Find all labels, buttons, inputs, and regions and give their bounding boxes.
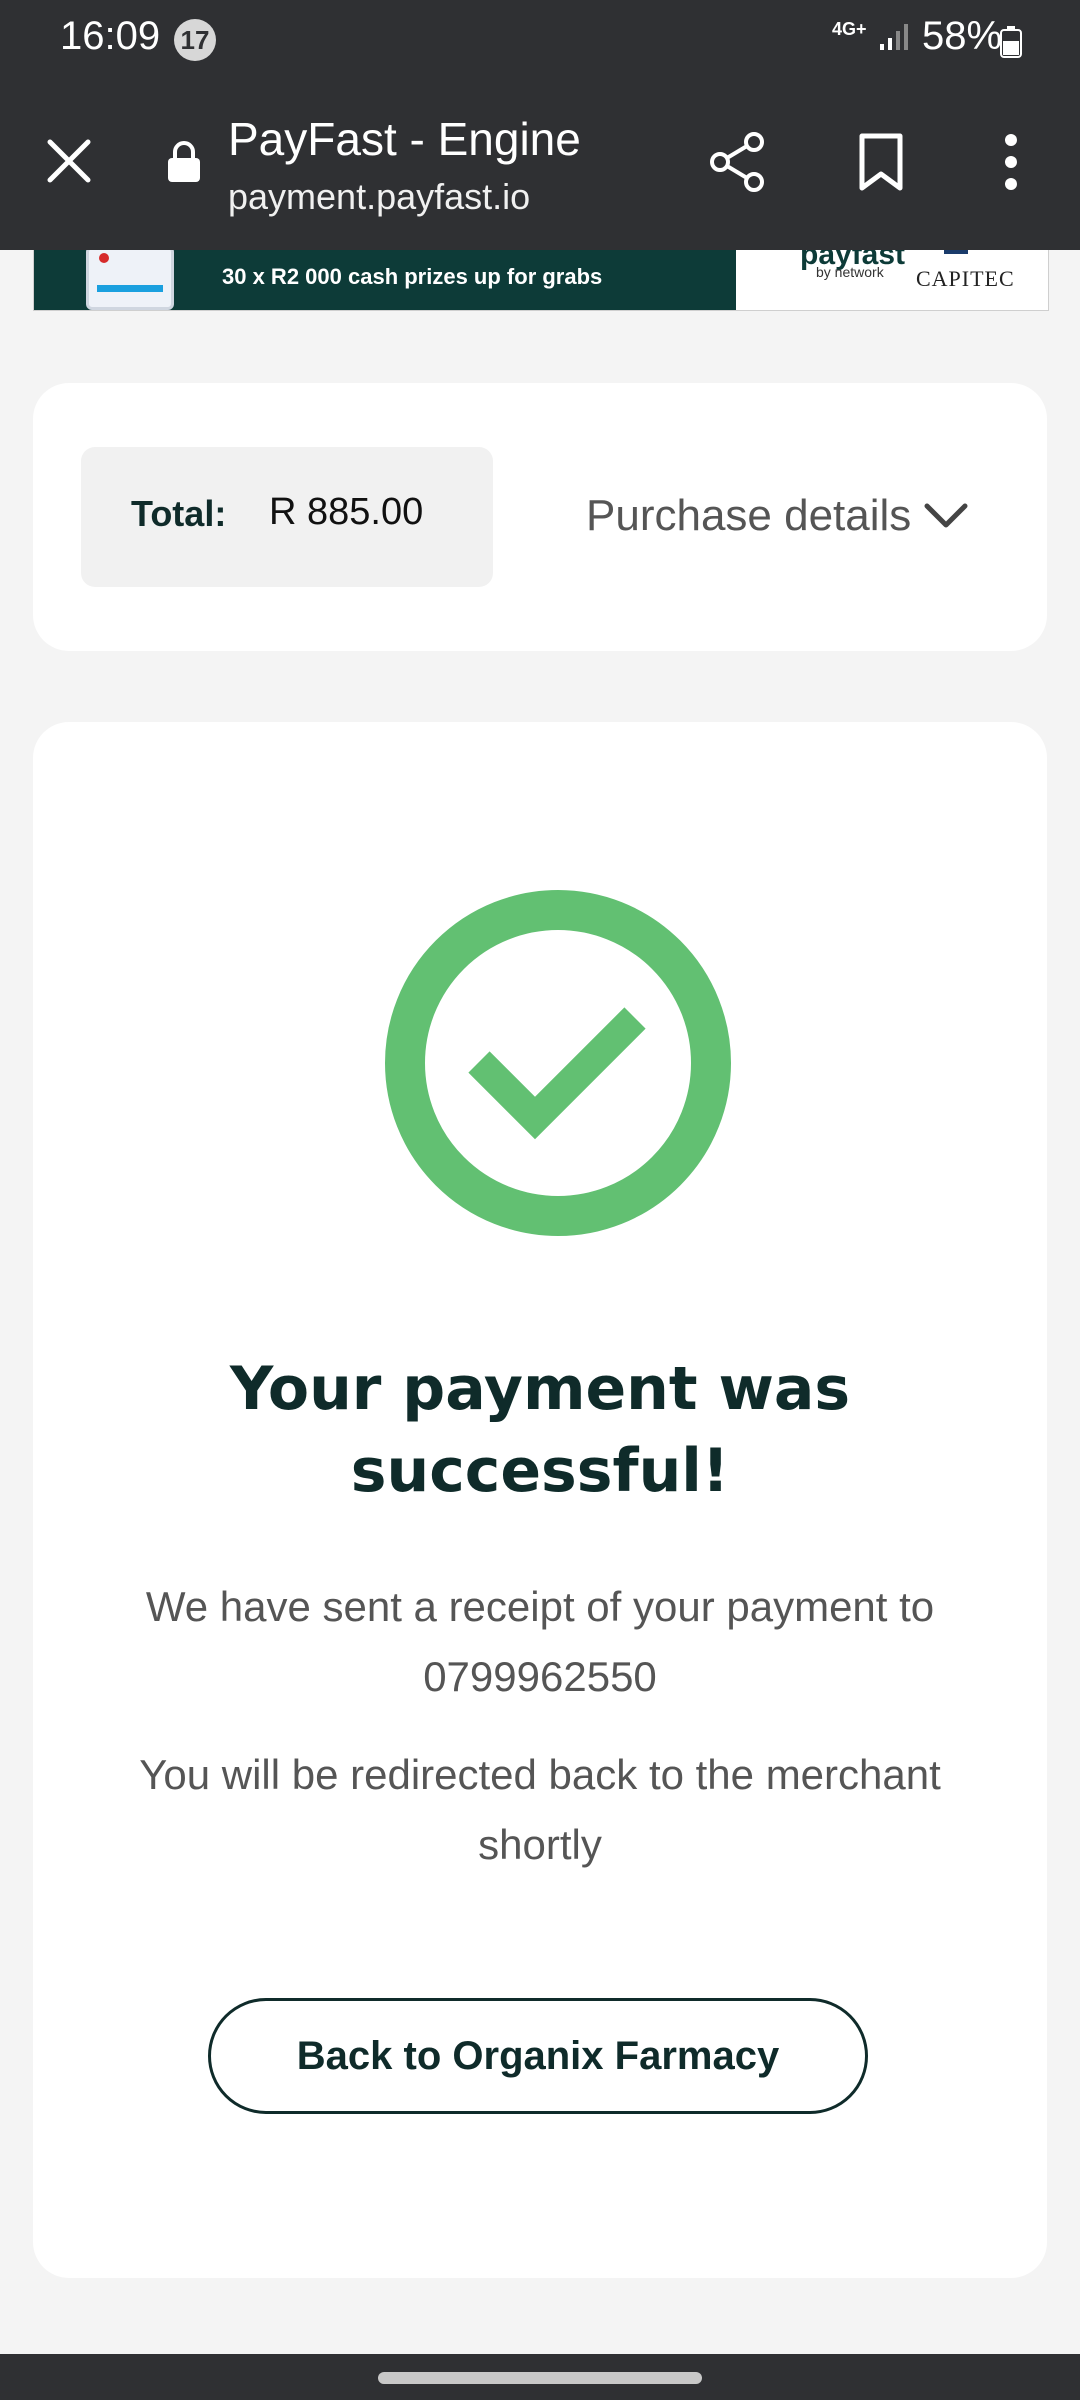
- total-box: Total: R 885.00: [81, 447, 493, 587]
- receipt-message: We have sent a receipt of your payment t…: [145, 1583, 935, 1700]
- more-vert-icon[interactable]: [996, 132, 1026, 197]
- signal-icon: [878, 22, 912, 57]
- lock-icon[interactable]: [166, 140, 202, 189]
- order-summary-card: Total: R 885.00 Purchase details: [33, 383, 1047, 651]
- success-title: Your payment was successful!: [229, 1354, 851, 1506]
- phone-button-graphic: [97, 285, 163, 292]
- home-gesture-handle[interactable]: [378, 2372, 702, 2384]
- page-title[interactable]: PayFast - Engine: [228, 112, 581, 166]
- chevron-down-icon[interactable]: [923, 501, 969, 536]
- network-type: 4G+: [832, 19, 867, 39]
- banner-promo-panel: 30 x R2 000 cash prizes up for grabs: [34, 250, 736, 310]
- share-icon[interactable]: [708, 130, 768, 199]
- status-time: 16:09: [60, 14, 161, 58]
- purchase-details-toggle[interactable]: Purchase details: [586, 491, 911, 541]
- back-to-merchant-button[interactable]: Back to Organix Farmacy: [208, 1998, 868, 2114]
- capitec-logo: CAPITEC: [916, 266, 1015, 291]
- success-check-icon: [385, 890, 731, 1241]
- browser-toolbar: PayFast - Engine payment.payfast.io: [0, 78, 1080, 250]
- navigation-bar: [0, 2354, 1080, 2400]
- promo-banner[interactable]: 30 x R2 000 cash prizes up for grabs pay…: [33, 250, 1049, 311]
- bookmark-icon[interactable]: [858, 132, 904, 197]
- capitec-pay-phone-image: [86, 250, 174, 310]
- status-bar: 16:09 17 4G+ 58%: [0, 0, 1080, 78]
- close-icon[interactable]: [44, 136, 94, 191]
- payfast-network-text: by network: [816, 264, 884, 280]
- banner-text: 30 x R2 000 cash prizes up for grabs: [222, 264, 603, 289]
- capitec-pay-logo-icon: [99, 253, 109, 263]
- redirect-message: You will be redirected back to the merch…: [139, 1751, 941, 1868]
- capitec-logo-mark: [944, 250, 968, 254]
- notification-count-badge: 17: [174, 19, 216, 61]
- battery-percent: 58%: [922, 14, 1003, 58]
- total-label: Total:: [131, 493, 227, 534]
- battery-icon: [1000, 26, 1022, 63]
- page-url[interactable]: payment.payfast.io: [228, 176, 530, 218]
- total-value: R 885.00: [269, 491, 424, 533]
- payment-result-card: Your payment was successful! We have sen…: [33, 722, 1047, 2278]
